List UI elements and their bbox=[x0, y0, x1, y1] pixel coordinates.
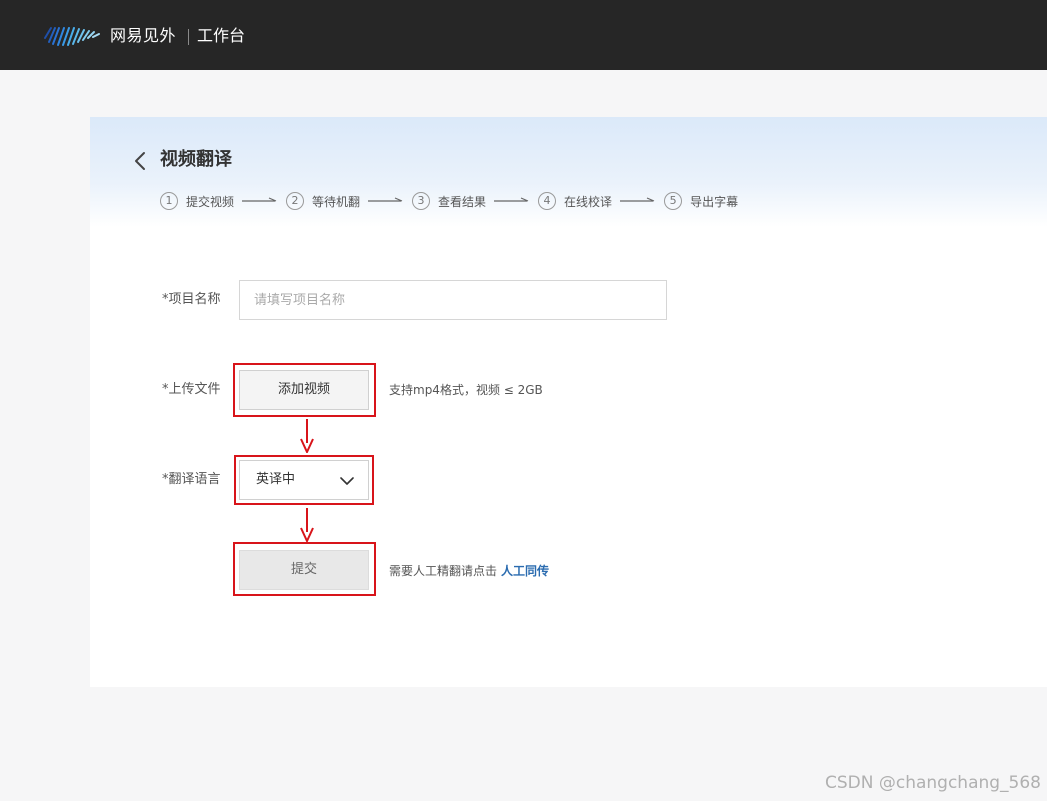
human-interpretation-link[interactable]: 人工同传 bbox=[501, 564, 549, 578]
step-arrow-icon bbox=[620, 197, 655, 202]
step-number: 3 bbox=[412, 192, 431, 210]
csdn-watermark: CSDN @changchang_568 bbox=[824, 773, 1041, 793]
step-2: 2 等待机翻 bbox=[286, 192, 360, 210]
language-select[interactable]: 英译中 bbox=[239, 460, 369, 500]
step-label: 导出字幕 bbox=[690, 194, 739, 209]
step-arrow-icon bbox=[242, 197, 277, 202]
language-selected-value: 英译中 bbox=[256, 472, 296, 487]
annotation-arrow-icon bbox=[300, 419, 314, 453]
step-number: 5 bbox=[664, 192, 683, 210]
add-video-button[interactable]: 添加视频 bbox=[239, 370, 369, 410]
step-label: 在线校译 bbox=[564, 194, 613, 209]
top-navigation-bar: 网易见外 工作台 bbox=[0, 0, 1047, 70]
upload-hint: 支持mp4格式，视频 ≤ 2GB bbox=[389, 383, 543, 397]
submit-button[interactable]: 提交 bbox=[239, 550, 369, 590]
workspace-link[interactable]: 工作台 bbox=[197, 26, 245, 46]
card-header: 视频翻译 1 提交视频 2 等待机翻 3 查看结果 4 在线校译 5 导出字幕 bbox=[90, 117, 1047, 227]
annotation-arrow-icon bbox=[300, 508, 314, 542]
step-arrow-icon bbox=[368, 197, 403, 202]
step-number: 1 bbox=[160, 192, 178, 210]
project-name-input[interactable] bbox=[239, 280, 667, 320]
step-3: 3 查看结果 bbox=[412, 192, 486, 210]
translation-language-label: *翻译语言 bbox=[162, 472, 221, 487]
waveform-logo-icon[interactable] bbox=[43, 24, 103, 48]
chevron-down-icon bbox=[340, 477, 354, 485]
video-translation-card: 视频翻译 1 提交视频 2 等待机翻 3 查看结果 4 在线校译 5 导出字幕 … bbox=[90, 117, 1047, 687]
submit-hint-text: 需要人工精翻请点击 bbox=[389, 564, 498, 578]
step-1: 1 提交视频 bbox=[160, 192, 234, 210]
step-4: 4 在线校译 bbox=[538, 192, 612, 210]
step-5: 5 导出字幕 bbox=[664, 192, 738, 210]
page-title: 视频翻译 bbox=[160, 149, 232, 170]
project-name-label: *项目名称 bbox=[162, 292, 221, 307]
step-label: 提交视频 bbox=[186, 194, 235, 209]
step-label: 查看结果 bbox=[438, 194, 487, 209]
brand-name[interactable]: 网易见外 bbox=[110, 26, 176, 46]
step-arrow-icon bbox=[494, 197, 529, 202]
progress-steps: 1 提交视频 2 等待机翻 3 查看结果 4 在线校译 5 导出字幕 bbox=[160, 191, 738, 211]
upload-file-label: *上传文件 bbox=[162, 382, 221, 397]
step-number: 2 bbox=[286, 192, 305, 210]
step-label: 等待机翻 bbox=[312, 194, 361, 209]
brand-divider bbox=[188, 29, 189, 45]
chevron-left-icon[interactable] bbox=[130, 150, 152, 172]
step-number: 4 bbox=[538, 192, 557, 210]
submit-hint: 需要人工精翻请点击 人工同传 bbox=[389, 563, 549, 579]
